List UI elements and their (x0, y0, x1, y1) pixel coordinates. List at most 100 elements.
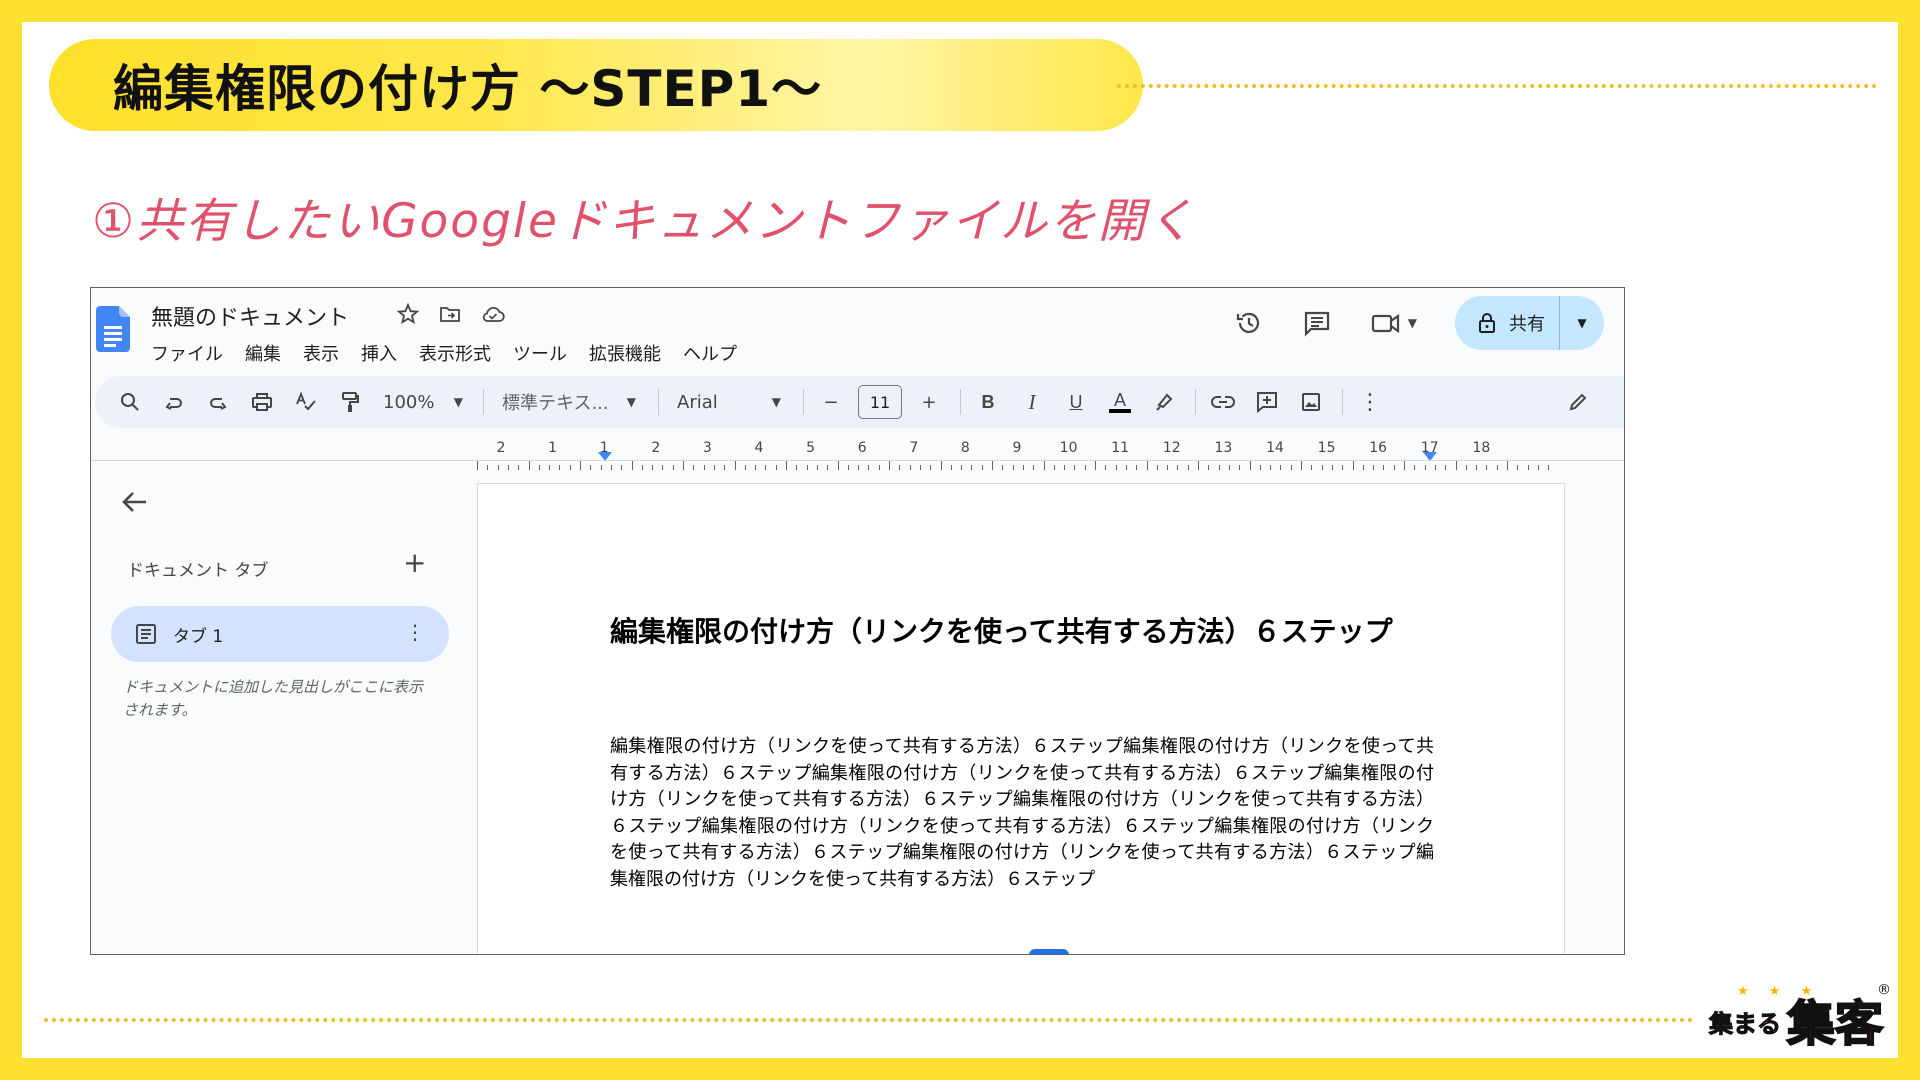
zoom-select[interactable]: 100% ▼ (377, 385, 469, 419)
menu-file[interactable]: ファイル (151, 338, 234, 368)
comments-icon[interactable] (1302, 308, 1332, 338)
ruler-tick (1290, 465, 1292, 470)
cloud-saved-icon[interactable] (480, 302, 506, 326)
print-icon[interactable] (245, 385, 279, 419)
spellcheck-icon[interactable] (289, 385, 323, 419)
ruler-tick (806, 465, 808, 470)
ruler-tick (683, 461, 684, 470)
horizontal-ruler[interactable]: 2 1 1 2 3 4 5 6 7 8 9 10 11 12 13 14 15 16 17 18 (477, 440, 1617, 470)
move-folder-icon[interactable] (438, 302, 462, 326)
ruler-label: 6 (857, 440, 867, 456)
document-outline-icon (136, 624, 156, 644)
ruler-tick (641, 465, 643, 470)
menu-extensions[interactable]: 拡張機能 (578, 338, 672, 368)
chevron-down-icon: ▼ (1577, 316, 1587, 330)
document-title[interactable]: 無題のドキュメント (151, 300, 349, 332)
ruler-tick (652, 465, 654, 470)
add-comment-icon[interactable] (1250, 385, 1284, 419)
ruler-tick (847, 465, 849, 470)
menu-bar: ファイル 編集 表示 挿入 表示形式 ツール 拡張機能 ヘルプ (151, 338, 748, 368)
insert-link-icon[interactable] (1206, 385, 1240, 419)
chevron-down-icon[interactable]: ▼ (1408, 316, 1417, 330)
menu-edit[interactable]: 編集 (234, 338, 292, 368)
formatting-toolbar: 100% ▼ 標準テキス... ▼ Arial ▼ − 11 + B I U A ⋮ (95, 376, 1624, 428)
toolbar-divider (960, 389, 961, 415)
menu-tools[interactable]: ツール (502, 338, 578, 368)
ruler-label: 3 (702, 440, 712, 456)
ruler-label: 2 (651, 440, 661, 456)
ruler-label: 10 (1059, 440, 1078, 456)
ruler-tick (1064, 465, 1066, 470)
back-arrow-icon[interactable] (118, 485, 152, 519)
ruler-tick (1002, 465, 1004, 470)
ruler-tick (1424, 465, 1426, 470)
menu-format[interactable]: 表示形式 (408, 338, 502, 368)
paint-format-icon[interactable] (333, 385, 367, 419)
document-heading[interactable]: 編集権限の付け方（リンクを使って共有する方法）６ステップ (610, 612, 1410, 652)
document-page[interactable]: 編集権限の付け方（リンクを使って共有する方法）６ステップ 編集権限の付け方（リン… (477, 483, 1565, 954)
ruler-tick (1033, 465, 1035, 470)
ruler-tick (775, 465, 777, 470)
ruler-tick (1167, 465, 1169, 470)
ruler-label: 2 (496, 440, 506, 456)
decrease-font-size-button[interactable]: − (814, 385, 848, 419)
paragraph-style-select[interactable]: 標準テキス... ▼ (494, 385, 644, 419)
ruler-tick (1198, 461, 1199, 470)
star-icon[interactable] (396, 302, 420, 326)
add-tab-button[interactable]: + (403, 546, 426, 579)
docs-logo-icon[interactable] (96, 306, 130, 352)
tab-more-options-icon[interactable]: ⋮ (405, 620, 425, 644)
redo-icon[interactable] (201, 385, 235, 419)
more-options-icon[interactable]: ⋮ (1353, 385, 1387, 419)
ruler-tick (621, 465, 623, 470)
increase-font-size-button[interactable]: + (912, 385, 946, 419)
logo-big-text: 集客 (1786, 995, 1884, 1053)
ruler-label: 13 (1214, 440, 1233, 456)
menu-help[interactable]: ヘルプ (672, 338, 748, 368)
ruler-tick (981, 465, 983, 470)
ruler-tick (899, 465, 901, 470)
bold-icon[interactable]: B (971, 385, 1005, 419)
ruler-tick (507, 465, 509, 470)
dotted-divider-bottom (44, 1018, 1694, 1022)
menu-insert[interactable]: 挿入 (350, 338, 408, 368)
version-history-icon[interactable] (1234, 308, 1264, 338)
document-tabs-header: ドキュメント タブ (127, 561, 269, 581)
share-button[interactable]: 共有 ▼ (1455, 296, 1604, 350)
tabs-hint-text: ドキュメントに追加した見出しがここに表示されます。 (123, 678, 424, 719)
ruler-tick (1218, 465, 1220, 470)
step-instruction: ①共有したいGoogleドキュメントファイルを開く (92, 194, 1196, 249)
ruler-tick (1465, 465, 1467, 470)
undo-icon[interactable] (157, 385, 191, 419)
ruler-tick (1012, 465, 1014, 470)
underline-icon[interactable]: U (1059, 385, 1093, 419)
search-menus-icon[interactable] (113, 385, 147, 419)
share-button-main[interactable]: 共有 (1455, 296, 1559, 350)
toolbar-divider (658, 389, 659, 415)
ruler-tick (1517, 465, 1519, 470)
editing-mode-pencil-icon[interactable] (1561, 385, 1595, 419)
highlight-color-icon[interactable] (1147, 385, 1181, 419)
tab-label: タブ 1 (173, 626, 224, 647)
ruler-tick (765, 465, 767, 470)
ruler-label: 11 (1111, 440, 1130, 456)
document-body-text[interactable]: 編集権限の付け方（リンクを使って共有する方法）６ステップ編集権限の付け方（リンク… (610, 734, 1434, 894)
share-dropdown[interactable]: ▼ (1560, 296, 1604, 350)
chevron-down-icon: ▼ (771, 395, 781, 409)
italic-icon[interactable]: I (1015, 385, 1049, 419)
tab-item-1[interactable]: タブ 1 ⋮ (111, 606, 449, 662)
insert-image-icon[interactable] (1294, 385, 1328, 419)
text-color-icon[interactable]: A (1103, 385, 1137, 419)
font-size-input[interactable]: 11 (858, 385, 902, 419)
ruler-tick (1383, 465, 1385, 470)
ruler-tick (1527, 465, 1529, 470)
ruler-tick (1125, 465, 1127, 470)
font-family-select[interactable]: Arial ▼ (669, 385, 789, 419)
floating-action-button[interactable] (1029, 949, 1069, 954)
meet-camera-icon[interactable] (1370, 308, 1402, 338)
ruler-label: 4 (754, 440, 764, 456)
ruler-tick (662, 465, 664, 470)
ruler-tick (816, 465, 818, 470)
menu-view[interactable]: 表示 (292, 338, 350, 368)
ruler-tick (559, 465, 561, 470)
